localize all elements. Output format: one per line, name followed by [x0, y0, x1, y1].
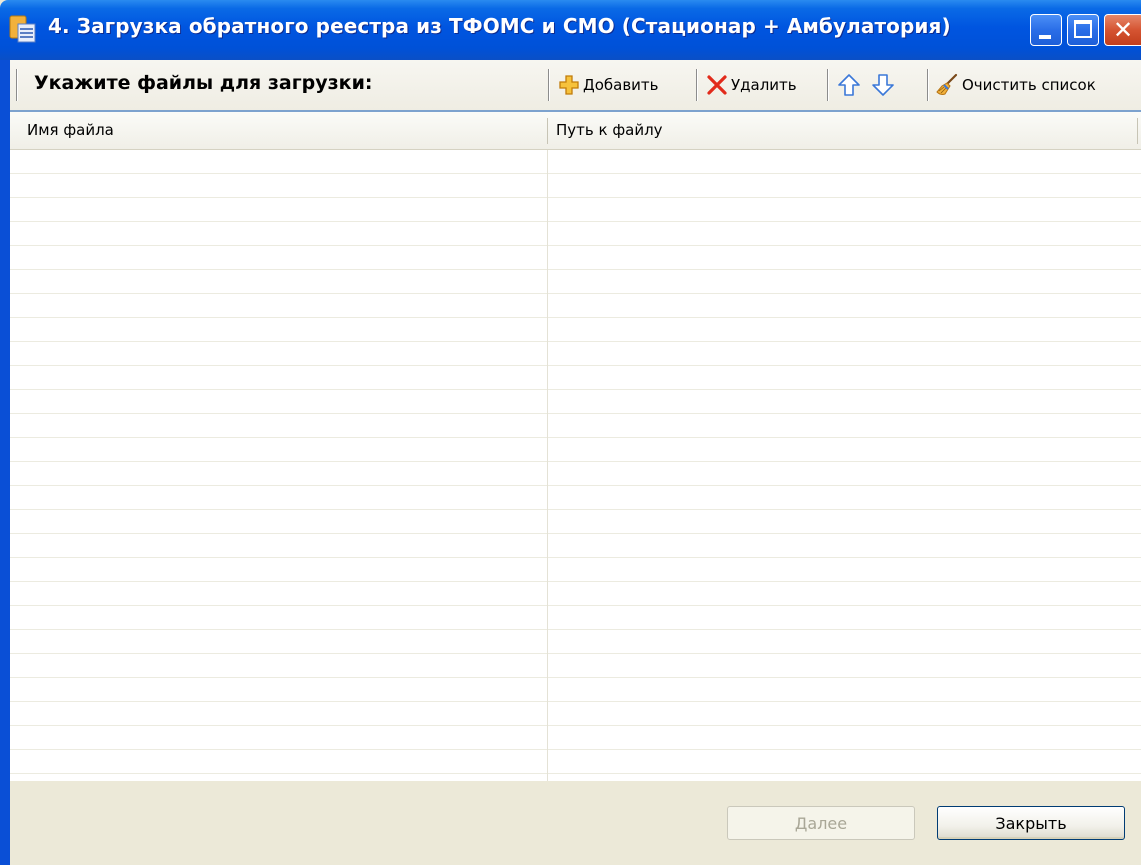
grid-body[interactable]: [10, 150, 1141, 781]
table-row[interactable]: [10, 150, 1141, 174]
table-row[interactable]: [10, 510, 1141, 534]
add-icon: [559, 75, 579, 95]
title-bar[interactable]: 4. Загрузка обратного реестра из ТФОМС и…: [0, 0, 1141, 60]
broom-icon: [936, 73, 958, 95]
table-row[interactable]: [10, 486, 1141, 510]
grid-header: Имя файла Путь к файлу: [10, 112, 1141, 150]
table-row[interactable]: [10, 318, 1141, 342]
move-up-button[interactable]: [837, 68, 864, 102]
table-row[interactable]: [10, 366, 1141, 390]
table-row[interactable]: [10, 294, 1141, 318]
grid-column-divider: [547, 150, 548, 781]
delete-button-label: Удалить: [731, 76, 797, 94]
next-button[interactable]: Далее: [727, 806, 915, 840]
toolbar-separator: [696, 69, 698, 101]
clear-list-label: Очистить список: [962, 76, 1096, 94]
table-row[interactable]: [10, 702, 1141, 726]
delete-file-button[interactable]: Удалить: [706, 68, 797, 102]
table-row[interactable]: [10, 342, 1141, 366]
table-row[interactable]: [10, 390, 1141, 414]
table-row[interactable]: [10, 606, 1141, 630]
table-row[interactable]: [10, 246, 1141, 270]
app-window-icon: [9, 14, 37, 44]
table-row[interactable]: [10, 534, 1141, 558]
move-down-button[interactable]: [871, 68, 898, 102]
clear-list-button[interactable]: Очистить список: [935, 68, 1096, 102]
arrow-up-icon: [838, 74, 860, 96]
dialog-window: 4. Загрузка обратного реестра из ТФОМС и…: [0, 0, 1141, 865]
maximize-button[interactable]: [1067, 14, 1099, 46]
close-button[interactable]: Закрыть: [937, 806, 1125, 840]
table-row[interactable]: [10, 678, 1141, 702]
add-file-button[interactable]: Добавить: [558, 68, 659, 102]
toolbar-separator: [827, 69, 829, 101]
table-row[interactable]: [10, 654, 1141, 678]
table-row[interactable]: [10, 270, 1141, 294]
close-window-button[interactable]: ✕: [1104, 14, 1141, 46]
add-button-label: Добавить: [583, 76, 659, 94]
column-separator[interactable]: [1137, 118, 1138, 144]
table-row[interactable]: [10, 438, 1141, 462]
minimize-button[interactable]: [1030, 14, 1062, 46]
close-icon: ✕: [1113, 16, 1134, 44]
column-header-filepath[interactable]: Путь к файлу: [556, 121, 663, 139]
table-row[interactable]: [10, 414, 1141, 438]
table-row[interactable]: [10, 462, 1141, 486]
minimize-icon: [1039, 35, 1051, 39]
table-row[interactable]: [10, 726, 1141, 750]
toolbar: Укажите файлы для загрузки: Добавить Уда…: [10, 60, 1141, 112]
arrow-down-icon: [872, 74, 894, 96]
delete-icon: [707, 75, 727, 95]
toolbar-separator: [16, 69, 18, 101]
table-row[interactable]: [10, 630, 1141, 654]
maximize-icon: [1074, 20, 1092, 38]
toolbar-separator: [927, 69, 929, 101]
column-header-filename[interactable]: Имя файла: [27, 121, 114, 139]
table-row[interactable]: [10, 582, 1141, 606]
window-frame-left: [0, 60, 10, 865]
table-row[interactable]: [10, 750, 1141, 774]
toolbar-separator: [548, 69, 550, 101]
table-row[interactable]: [10, 174, 1141, 198]
files-grid[interactable]: Имя файла Путь к файлу: [10, 112, 1141, 781]
window-title: 4. Загрузка обратного реестра из ТФОМС и…: [48, 14, 951, 38]
table-row[interactable]: [10, 558, 1141, 582]
table-row[interactable]: [10, 222, 1141, 246]
table-row[interactable]: [10, 198, 1141, 222]
column-separator[interactable]: [547, 118, 548, 144]
files-prompt-label: Укажите файлы для загрузки:: [34, 72, 373, 94]
